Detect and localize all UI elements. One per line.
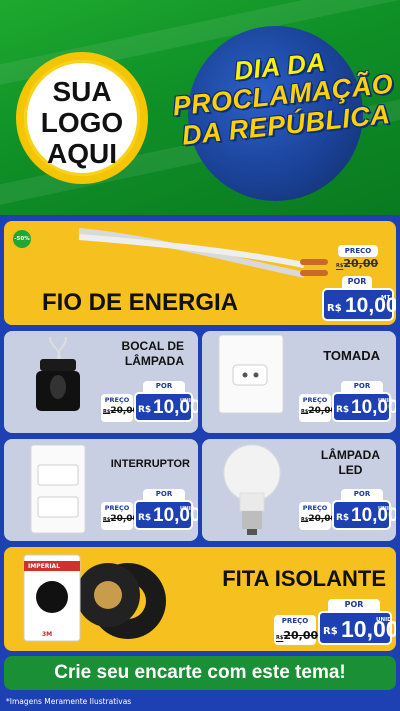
price-tag: POR PREÇO R$20,00 R$ 10,00 UNID (101, 489, 198, 537)
por-label: POR (342, 276, 372, 288)
header-banner: SUA LOGO AQUI DIA DA PROCLAMAÇÃO DA REPÚ… (0, 0, 400, 215)
price-tag: POR PREÇO R$20,00 R$ 10,00 UNID (299, 381, 396, 429)
new-price: R$ 10,00 MT (322, 288, 396, 321)
logo-text-line-2: LOGO (40, 107, 124, 138)
cta-button[interactable]: Crie seu encarte com este tema! (4, 656, 396, 690)
lamp-socket-icon (36, 337, 80, 411)
product-name: BOCAL DE LÂMPADA (121, 339, 184, 368)
new-price: R$ 10,00 UNID (318, 611, 396, 645)
product-name: FIO DE ENERGIA (42, 289, 239, 316)
product-name: TOMADA (323, 348, 380, 363)
light-switch-icon (30, 445, 86, 534)
product-name: FITA ISOLANTE (222, 566, 386, 591)
price-tag: POR PREÇO R$20,00 R$ 10,00 UNID (274, 599, 396, 649)
new-price: R$ 10,00 UNID (332, 392, 396, 422)
discount-badge: -50% (13, 230, 31, 248)
product-card-switch[interactable]: INTERRUPTOR POR PREÇO R$20,00 R$ 10,00 U… (4, 439, 198, 541)
wall-outlet-icon (218, 335, 284, 414)
wire-cable-icon (78, 228, 328, 278)
product-card-wire[interactable]: -50% FIO DE ENERGIA PRECO R$20,00 POR R$… (4, 221, 396, 325)
preco-label: PRECO (338, 245, 378, 257)
logo-text-line-1: SUA (52, 76, 112, 107)
new-price: R$ 10,00 UNID (134, 500, 198, 530)
por-label: POR (341, 489, 383, 500)
old-price: R$20,00 (336, 257, 379, 270)
logo-text-line-3: AQUI (47, 138, 117, 169)
por-label: POR (143, 489, 185, 500)
new-price: R$ 10,00 UNID (332, 500, 396, 530)
tape-brand: IMPERIAL (28, 563, 61, 570)
old-price: R$20,00 (276, 629, 319, 642)
new-price: R$ 10,00 UNID (134, 392, 198, 422)
por-label: POR (328, 599, 380, 611)
logo-placeholder[interactable]: SUA LOGO AQUI (16, 52, 148, 184)
product-name: LÂMPADA LED (320, 448, 380, 477)
por-label: POR (341, 381, 383, 392)
disclaimer: *Imagens Meramente Ilustrativas (6, 697, 132, 706)
product-card-outlet[interactable]: TOMADA POR PREÇO R$20,00 R$ 10,00 UNID (202, 331, 396, 433)
product-card-tape[interactable]: IMPERIAL 3M FITA ISOLANTE POR PREÇO R$20… (4, 547, 396, 651)
product-card-led[interactable]: LÂMPADA LED POR PREÇO R$20,00 R$ 10,00 UN… (202, 439, 396, 541)
por-label: POR (143, 381, 185, 392)
tape-maker: 3M (42, 631, 53, 638)
product-name: INTERRUPTOR (110, 458, 190, 470)
price-tag: POR PREÇO R$20,00 R$ 10,00 UNID (101, 381, 198, 429)
campaign-title: DIA DA PROCLAMAÇÃO DA REPÚBLICA (164, 40, 400, 152)
price-tag: PRECO R$20,00 POR R$ 10,00 MT (322, 245, 396, 323)
product-card-socket[interactable]: BOCAL DE LÂMPADA POR PREÇO R$20,00 R$ 10,… (4, 331, 198, 433)
price-tag: POR PREÇO R$20,00 R$ 10,00 UNID (299, 489, 396, 537)
led-bulb-icon (223, 444, 281, 535)
